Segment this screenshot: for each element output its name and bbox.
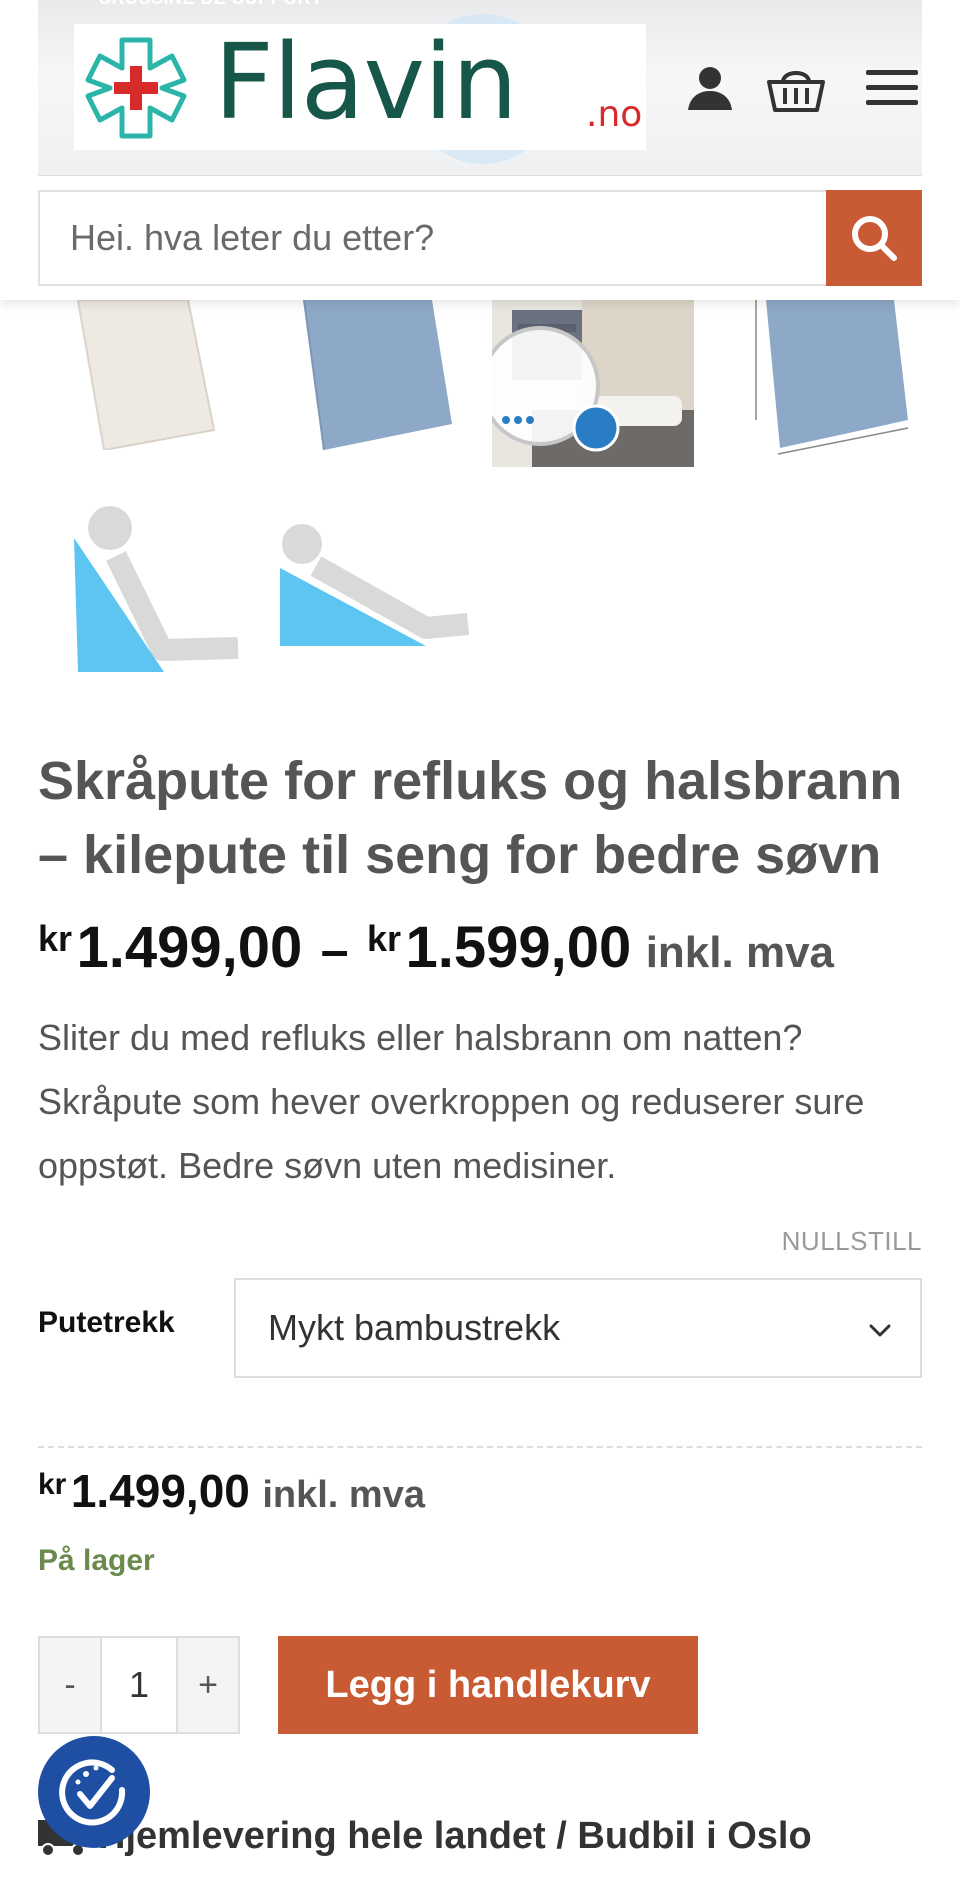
banner-text: CRUSSINE DE SUPPORT bbox=[98, 0, 323, 9]
user-icon bbox=[688, 67, 732, 110]
cart-button[interactable] bbox=[766, 58, 826, 118]
search-icon bbox=[852, 216, 897, 261]
quantity-decrease-button[interactable]: - bbox=[40, 1638, 100, 1732]
wedge-pillow-image bbox=[76, 299, 216, 452]
variation-select[interactable]: Mykt bambustrekk bbox=[234, 1278, 922, 1378]
variation-price: kr 1.499,00 inkl. mva bbox=[38, 1464, 425, 1518]
quantity-input[interactable] bbox=[100, 1638, 178, 1732]
bedroom-photo-image bbox=[492, 300, 694, 467]
angle-diagram-image bbox=[74, 506, 239, 672]
logo-tld: .no bbox=[586, 94, 643, 135]
angle-diagram-image bbox=[280, 524, 470, 646]
vat-label: inkl. mva bbox=[262, 1474, 425, 1516]
stock-status: På lager bbox=[38, 1544, 155, 1577]
price-range: kr 1.499,00 – kr 1.599,00 inkl. mva bbox=[38, 914, 834, 981]
hamburger-menu-icon bbox=[866, 70, 918, 105]
vat-label: inkl. mva bbox=[645, 928, 835, 977]
thumbnail-angle-upright[interactable] bbox=[66, 500, 246, 680]
product-description: Sliter du med refluks eller halsbrann om… bbox=[38, 1017, 865, 1186]
divider bbox=[38, 1446, 922, 1448]
thumbnail-bedroom[interactable] bbox=[492, 300, 694, 467]
delivery-text: Hjemlevering hele landet / Budbil i Oslo bbox=[98, 1814, 812, 1857]
delivery-info: Hjemlevering hele landet / Budbil i Oslo bbox=[38, 1814, 812, 1858]
thumbnail-blue-dimensions[interactable] bbox=[738, 300, 918, 460]
thumbnail-white-wedge[interactable] bbox=[64, 299, 224, 452]
wedge-dimensions-image bbox=[755, 300, 909, 455]
product-title: Skråpute for refluks og halsbrann – kile… bbox=[38, 751, 903, 885]
wedge-pillow-image bbox=[303, 299, 452, 451]
menu-button[interactable] bbox=[862, 58, 922, 118]
price-separator: – bbox=[320, 922, 349, 978]
variation-label: Putetrekk bbox=[38, 1306, 175, 1339]
accessibility-icon bbox=[59, 1759, 126, 1826]
currency-label: kr bbox=[366, 918, 402, 959]
currency-label: kr bbox=[38, 918, 73, 959]
reset-variation-link[interactable]: NULLSTILL bbox=[782, 1226, 922, 1257]
price-amount: 1.499,00 bbox=[70, 1465, 250, 1517]
currency-label: kr bbox=[38, 1468, 67, 1501]
price-min: 1.499,00 bbox=[76, 915, 303, 980]
quantity-increase-button[interactable]: + bbox=[178, 1638, 238, 1732]
chevron-down-icon bbox=[869, 1324, 891, 1337]
thumbnail-blue-wedge[interactable] bbox=[290, 299, 460, 451]
accessibility-button[interactable] bbox=[38, 1736, 150, 1848]
site-header: CRUSSINE DE SUPPORT Flavin .no bbox=[0, 0, 960, 300]
account-button[interactable] bbox=[680, 58, 740, 118]
site-logo[interactable]: Flavin .no bbox=[74, 24, 646, 150]
thumbnail-angle-reclined[interactable] bbox=[276, 516, 472, 656]
variation-selected-value: Mykt bambustrekk bbox=[268, 1307, 561, 1348]
quantity-stepper: - + bbox=[38, 1636, 240, 1734]
search-button[interactable] bbox=[826, 190, 922, 286]
price-max: 1.599,00 bbox=[405, 915, 632, 980]
search-input[interactable] bbox=[38, 190, 826, 286]
basket-icon bbox=[767, 71, 825, 112]
medical-cross-icon bbox=[85, 37, 187, 139]
add-to-cart-button[interactable]: Legg i handlekurv bbox=[278, 1636, 698, 1734]
logo-wordmark: Flavin bbox=[214, 21, 518, 143]
